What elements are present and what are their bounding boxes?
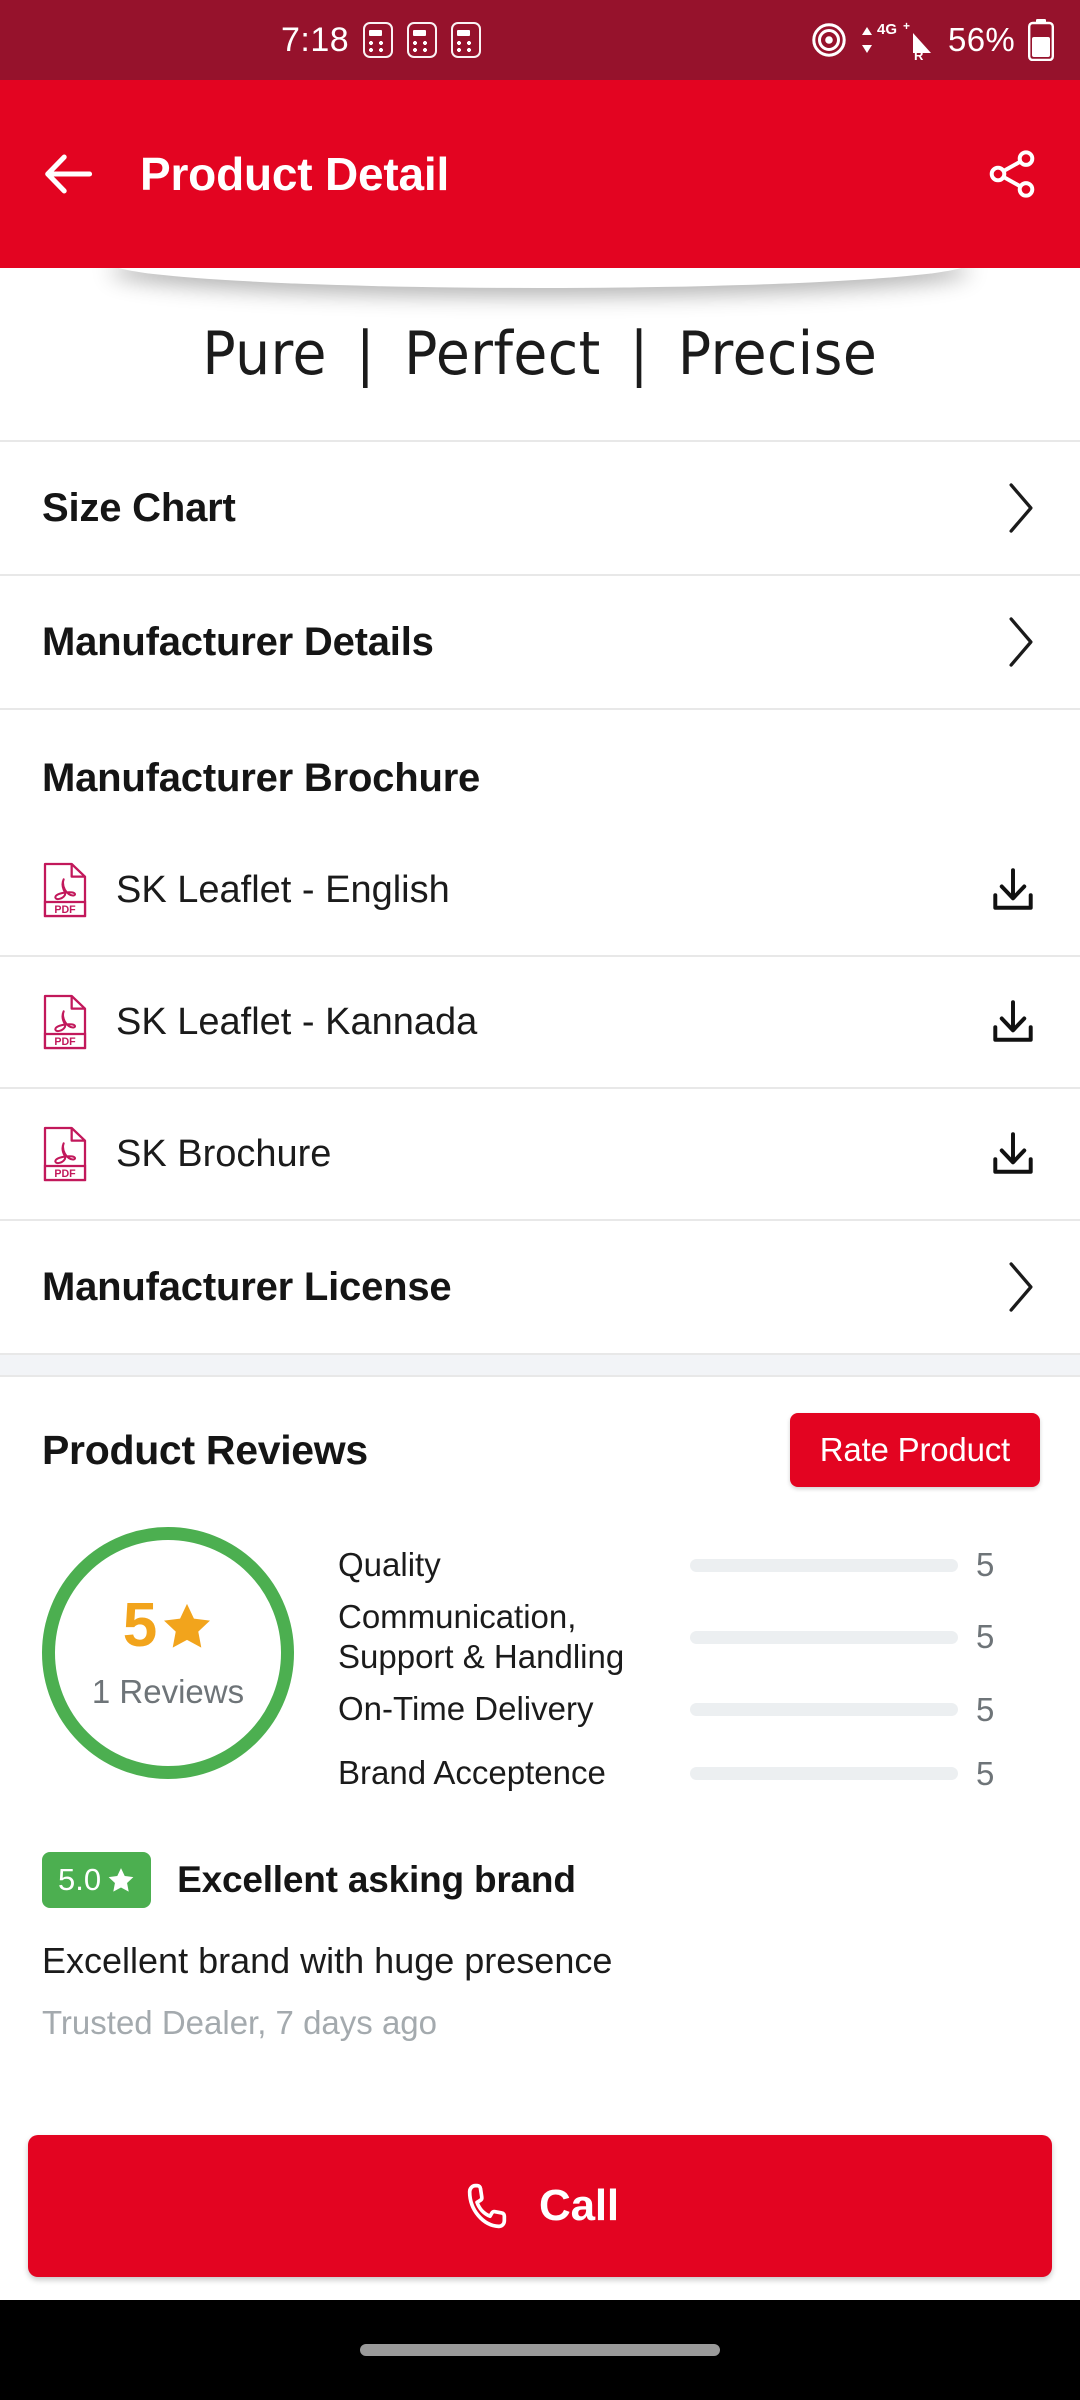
row-size-chart[interactable]: Size Chart [0,442,1080,574]
star-icon [161,1600,213,1652]
document-row[interactable]: PDF SK Brochure [0,1089,1080,1219]
status-bar-right: 4G + R 56% [810,19,1054,61]
battery-icon [1028,19,1054,61]
row-manufacturer-details-label: Manufacturer Details [42,619,434,664]
notification-dots-icon [407,22,438,58]
rate-product-button[interactable]: Rate Product [789,1413,1040,1487]
review-meta: Trusted Dealer, 7 days ago [42,2003,438,2041]
document-row[interactable]: PDF SK Leaflet - English [0,825,1080,955]
product-detail-screen: 7:18 4G + R 56% Product Detail Pure | Pe… [0,0,1080,2400]
document-name: SK Brochure [116,1132,332,1175]
notification-dots-icon [363,22,394,58]
product-reviews-section: Product Reviews Rate Product 5 1 Reviews [0,1377,1080,2042]
review-item: 5.0 Excellent asking brand Excellent bra… [0,1815,1080,2042]
review-item-header: 5.0 Excellent asking brand [42,1851,1038,1908]
svg-text:PDF: PDF [54,904,76,916]
criteria-list: Quality 5 Communication, Support & Handl… [338,1533,1038,1806]
banner-separator: | [356,319,376,389]
row-manufacturer-license-label: Manufacturer License [42,1264,452,1309]
document-name: SK Leaflet - English [116,868,450,911]
criterion-name: Brand Acceptence [338,1754,606,1792]
criterion-name: Communication, Support & Handling [338,1598,625,1676]
review-title: Excellent asking brand [177,1858,576,1900]
row-size-chart-label: Size Chart [42,485,236,530]
criterion-row: On-Time Delivery 5 [338,1678,1038,1742]
criterion-bar-track [690,1703,958,1716]
criterion-value: 5 [976,1754,995,1792]
call-button-label: Call [539,2181,619,2230]
scroll-content[interactable]: Pure | Perfect | Precise Size Chart Manu… [0,268,1080,2400]
banner-separator: | [629,319,650,389]
mobile-signal-icon: 4G + R [861,19,935,61]
section-separator [0,1353,1080,1377]
review-body: Excellent brand with huge presence [42,1939,613,1981]
rating-summary-block: 5 1 Reviews Quality 5 Communication, Sup… [0,1497,1080,1816]
criterion-value: 5 [976,1546,995,1583]
overall-score-number: 5 [122,1591,158,1660]
system-navigation-bar [0,2300,1080,2400]
reviews-title: Product Reviews [42,1426,368,1473]
download-icon[interactable] [988,997,1038,1047]
overall-score-circle: 5 1 Reviews [42,1527,294,1779]
review-count-label: 1 Reviews [91,1673,245,1710]
overall-score-value-row: 5 [123,1595,213,1657]
criterion-value: 5 [976,1618,995,1656]
status-bar-clock: 7:18 [281,20,350,59]
row-manufacturer-license[interactable]: Manufacturer License [0,1221,1080,1353]
svg-text:PDF: PDF [54,1168,76,1180]
star-icon [107,1866,135,1894]
notification-dots-icon [451,22,482,58]
svg-text:+: + [903,19,910,33]
svg-text:4G: 4G [877,21,897,38]
app-bar: Product Detail [0,80,1080,268]
document-name: SK Leaflet - Kannada [116,1000,478,1043]
location-icon [810,21,848,59]
status-bar-left: 7:18 [281,20,482,60]
home-gesture-pill[interactable] [360,2344,720,2356]
pdf-file-icon: PDF [42,994,88,1050]
status-badge: 5.0 [42,1851,152,1908]
banner-word-1: Pure [202,319,328,389]
criterion-name: On-Time Delivery [338,1690,594,1728]
phone-icon [461,2180,513,2232]
chevron-right-icon [1004,614,1038,670]
call-button[interactable]: Call [28,2135,1052,2277]
download-icon[interactable] [988,1129,1038,1179]
svg-text:PDF: PDF [54,1036,76,1048]
criterion-value: 5 [976,1690,995,1728]
status-bar: 7:18 4G + R 56% [0,0,1080,80]
criterion-name: Quality [338,1545,441,1583]
row-manufacturer-details[interactable]: Manufacturer Details [0,576,1080,708]
criterion-bar-track [690,1630,958,1644]
pdf-file-icon: PDF [42,1126,88,1182]
banner-word-2: Perfect [404,319,601,389]
svg-text:R: R [914,48,924,61]
pdf-file-icon: PDF [42,862,88,918]
review-score-value: 5.0 [58,1861,102,1897]
banner-word-3: Precise [678,319,878,389]
chevron-right-icon [1004,480,1038,536]
page-title: Product Detail [140,148,450,200]
document-row[interactable]: PDF SK Leaflet - Kannada [0,957,1080,1087]
criterion-row: Quality 5 [338,1533,1038,1597]
banner-tagline: Pure | Perfect | Precise [203,319,878,389]
download-icon[interactable] [988,865,1038,915]
criterion-bar-track [690,1558,958,1572]
product-banner-image: Pure | Perfect | Precise [0,268,1080,440]
criterion-bar-track [690,1767,958,1780]
reviews-header: Product Reviews Rate Product [0,1377,1080,1497]
share-icon[interactable] [984,146,1040,202]
criterion-row: Communication, Support & Handling 5 [338,1597,1038,1678]
back-arrow-icon[interactable] [40,145,98,203]
criterion-row: Brand Acceptence 5 [338,1742,1038,1806]
brochure-section-heading: Manufacturer Brochure [0,710,1080,825]
battery-percent-label: 56% [948,21,1015,58]
call-action-bar: Call [0,2112,1080,2300]
chevron-right-icon [1004,1259,1038,1315]
